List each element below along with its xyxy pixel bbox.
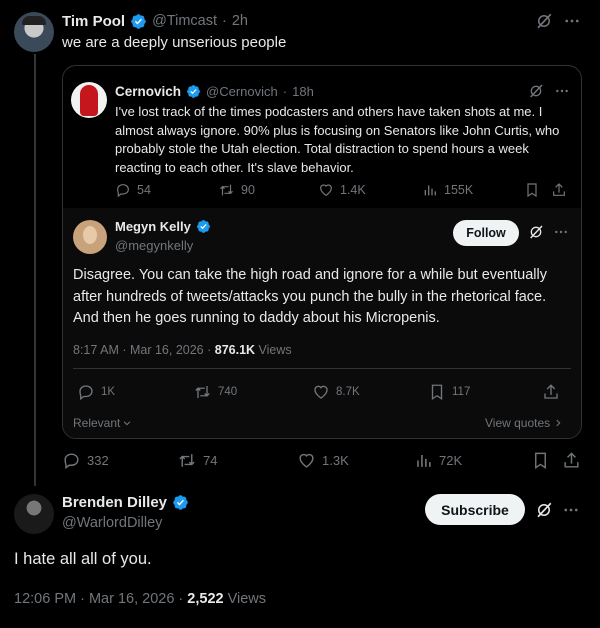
post-time[interactable]: 18h (292, 84, 314, 99)
bookmark-count: 117 (452, 386, 471, 398)
author-name[interactable]: Cernovich (115, 84, 181, 99)
repost-action[interactable]: 740 (193, 383, 237, 401)
main-post-header: Tim Pool @Timcast · 2h (62, 11, 248, 31)
avatar-cernovich[interactable] (71, 82, 107, 118)
reply-action[interactable]: 332 (62, 451, 109, 470)
like-count: 1.4K (340, 183, 366, 197)
chevron-down-icon (122, 418, 132, 428)
embedded-post-meta: 8:17 AM · Mar 16, 2026 · 876.1K Views (73, 343, 292, 357)
avatar-brenden-dilley[interactable] (14, 494, 54, 534)
repost-icon (177, 451, 197, 470)
bookmark-icon[interactable] (524, 182, 540, 198)
subscribe-button[interactable]: Subscribe (425, 494, 525, 525)
repost-icon (193, 383, 212, 401)
view-quotes-link[interactable]: View quotes (485, 416, 563, 430)
reply-icon (62, 451, 81, 470)
views-action[interactable]: 155K (422, 182, 473, 198)
repost-count: 74 (203, 453, 218, 468)
author-handle[interactable]: @Cernovich (206, 84, 278, 99)
repost-count: 90 (241, 183, 255, 197)
dot-separator: · (282, 83, 288, 99)
reply-post-text: I hate all all of you. (14, 550, 152, 568)
views-icon (414, 451, 433, 470)
reply-icon (115, 182, 131, 198)
avatar-tim-pool[interactable] (14, 12, 54, 52)
like-action[interactable]: 1.4K (318, 182, 366, 198)
post-time[interactable]: 2h (232, 13, 248, 29)
reply-post-header: Brenden Dilley (62, 494, 189, 511)
author-handle[interactable]: @megynkelly (115, 238, 193, 253)
like-icon (297, 451, 316, 470)
timestamp[interactable]: 12:06 PM · Mar 16, 2026 · (14, 591, 187, 607)
embedded-post-header: Megyn Kelly (115, 219, 211, 234)
repost-action[interactable]: 90 (218, 182, 255, 198)
like-count: 8.7K (336, 386, 360, 398)
grok-icon[interactable] (535, 501, 553, 519)
reply-action[interactable]: 54 (115, 182, 151, 198)
reply-icon (77, 383, 95, 401)
verified-badge-icon (196, 219, 211, 234)
view-quotes-label: View quotes (485, 416, 551, 430)
grok-icon[interactable] (534, 11, 554, 31)
author-handle[interactable]: @WarlordDilley (62, 515, 162, 531)
reply-post-meta: 12:06 PM · Mar 16, 2026 · 2,522 Views (14, 591, 266, 607)
views-count: 155K (444, 183, 474, 197)
like-action[interactable]: 8.7K (312, 383, 360, 401)
grok-icon[interactable] (527, 82, 545, 100)
views-count: 72K (439, 453, 463, 468)
avatar-megyn-kelly[interactable] (73, 220, 107, 254)
embedded-post[interactable]: Megyn Kelly @megynkelly Follow Disagree.… (63, 208, 581, 438)
more-icon[interactable] (562, 11, 582, 31)
chevron-right-icon (553, 418, 563, 428)
like-action[interactable]: 1.3K (297, 451, 349, 470)
divider (73, 368, 571, 369)
dot-separator: · (222, 13, 227, 29)
repost-action[interactable]: 74 (177, 451, 217, 470)
quoted-post-text: I've lost track of the times podcasters … (115, 104, 560, 175)
views-label: Views (223, 591, 267, 607)
like-count: 1.3K (322, 453, 349, 468)
views-count: 876.1K (214, 343, 256, 357)
verified-badge-icon (186, 84, 201, 99)
repost-icon (218, 182, 235, 198)
repost-count: 740 (218, 386, 238, 398)
reply-count: 1K (101, 386, 116, 398)
bookmark-icon[interactable] (531, 451, 550, 470)
reply-count: 54 (137, 183, 151, 197)
bookmark-icon (428, 383, 446, 401)
follow-button[interactable]: Follow (453, 220, 519, 246)
views-count: 2,522 (187, 591, 224, 607)
verified-badge-icon (172, 494, 189, 511)
views-label: Views (255, 343, 292, 357)
share-icon[interactable] (542, 383, 560, 401)
relevant-label: Relevant (73, 416, 121, 430)
share-icon[interactable] (562, 451, 581, 470)
embedded-post-text: Disagree. You can take the high road and… (73, 267, 547, 326)
author-name[interactable]: Brenden Dilley (62, 494, 167, 511)
author-name[interactable]: Tim Pool (62, 13, 125, 30)
reply-count: 332 (87, 453, 109, 468)
thread-line (34, 54, 36, 486)
share-icon[interactable] (551, 182, 567, 198)
author-handle[interactable]: @Timcast (152, 13, 217, 29)
main-post-text: we are a deeply unserious people (62, 34, 287, 51)
quoted-post-card[interactable]: Cernovich @Cernovich · 18h I've lost tra… (62, 65, 582, 439)
more-icon[interactable] (562, 501, 580, 519)
timestamp[interactable]: 8:17 AM · Mar 16, 2026 · (73, 343, 215, 357)
verified-badge-icon (130, 13, 147, 30)
like-icon (312, 383, 330, 401)
reply-action[interactable]: 1K (77, 383, 115, 401)
more-icon[interactable] (553, 224, 569, 240)
more-icon[interactable] (553, 82, 571, 100)
relevant-dropdown[interactable]: Relevant (73, 416, 132, 430)
views-action[interactable]: 72K (414, 451, 462, 470)
grok-icon[interactable] (528, 224, 544, 240)
author-name[interactable]: Megyn Kelly (115, 219, 191, 234)
like-icon (318, 182, 334, 198)
views-icon (422, 182, 438, 198)
quoted-post-header: Cernovich @Cernovich · 18h (115, 82, 314, 100)
bookmark-action[interactable]: 117 (428, 383, 470, 401)
